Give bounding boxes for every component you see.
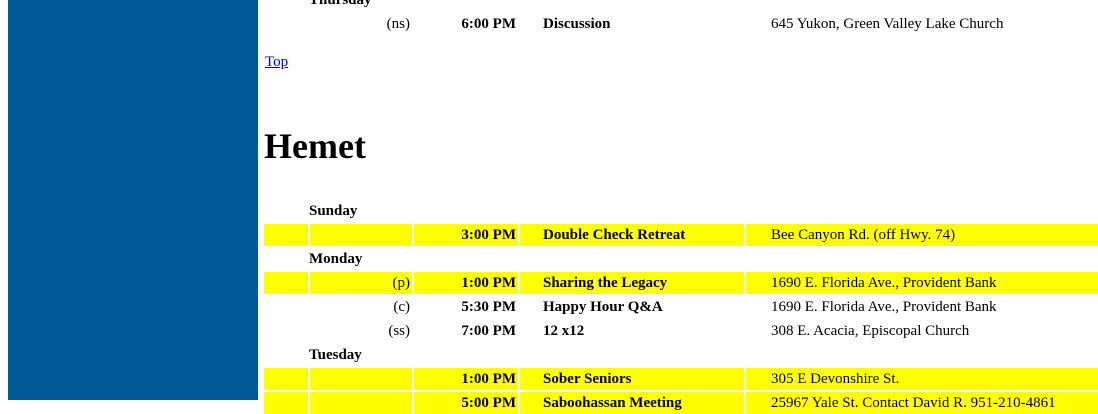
- meeting-type: [310, 224, 412, 246]
- meeting-name: Double Check Retreat: [520, 224, 744, 246]
- meeting-row: 3:00 PM Double Check Retreat Bee Canyon …: [264, 224, 1098, 246]
- meeting-name: 12 x12: [543, 323, 585, 339]
- meeting-type: (p): [310, 272, 412, 294]
- meeting-location: 1690 E. Florida Ave., Provident Bank: [771, 299, 997, 315]
- row-spacer: [264, 13, 308, 35]
- row-spacer: [264, 368, 308, 390]
- day-heading: Monday: [309, 251, 363, 267]
- row-spacer: [264, 296, 308, 318]
- meeting-time: 1:00 PM: [414, 368, 518, 390]
- row-spacer: [264, 224, 308, 246]
- meeting-time: 7:00 PM: [461, 323, 516, 339]
- meeting-row: (p) 1:00 PM Sharing the Legacy 1690 E. F…: [264, 272, 1098, 294]
- meeting-name: Saboohassan Meeting: [520, 392, 744, 414]
- meeting-name: Sober Seniors: [520, 368, 744, 390]
- meeting-time: 5:30 PM: [461, 299, 516, 315]
- meeting-type: (c): [393, 299, 410, 315]
- row-spacer: [264, 392, 308, 414]
- meeting-time: 5:00 PM: [414, 392, 518, 414]
- meeting-type: [310, 392, 412, 414]
- sidebar: [8, 0, 258, 400]
- meeting-name: Discussion: [543, 16, 611, 32]
- meeting-row: (c) 5:30 PM Happy Hour Q&A 1690 E. Flori…: [264, 296, 1098, 318]
- meeting-type: [310, 368, 412, 390]
- meeting-time: 6:00 PM: [461, 16, 516, 32]
- meeting-location: 645 Yukon, Green Valley Lake Church: [771, 16, 1004, 32]
- meeting-type: (ss): [388, 323, 410, 339]
- meeting-location: 308 E. Acacia, Episcopal Church: [771, 323, 970, 339]
- meeting-time: 1:00 PM: [414, 272, 518, 294]
- meeting-location: 1690 E. Florida Ave., Provident Bank: [746, 272, 1098, 294]
- meeting-row: (ss) 7:00 PM 12 x12 308 E. Acacia, Episc…: [264, 320, 1098, 342]
- content: Thursday (ns) 6:00 PM Discussion 645 Yuk…: [264, 0, 1098, 414]
- day-heading: Sunday: [309, 203, 358, 219]
- day-heading: Tuesday: [309, 347, 362, 363]
- meeting-type: (ns): [386, 16, 410, 32]
- meeting-row: 1:00 PM Sober Seniors 305 E Devonshire S…: [264, 368, 1098, 390]
- meeting-location: Bee Canyon Rd. (off Hwy. 74): [746, 224, 1098, 246]
- day-heading: Thursday: [309, 0, 372, 8]
- meeting-row: (ns) 6:00 PM Discussion 645 Yukon, Green…: [264, 13, 1098, 35]
- meeting-location: 305 E Devonshire St.: [746, 368, 1098, 390]
- city-heading: Hemet: [264, 126, 366, 166]
- meeting-name: Sharing the Legacy: [520, 272, 744, 294]
- top-link[interactable]: Top: [265, 54, 288, 71]
- row-spacer: [264, 272, 308, 294]
- meeting-location: 25967 Yale St. Contact David R. 951-210-…: [746, 392, 1098, 414]
- row-spacer: [264, 320, 308, 342]
- meeting-row: 5:00 PM Saboohassan Meeting 25967 Yale S…: [264, 392, 1098, 414]
- meeting-name: Happy Hour Q&A: [543, 299, 663, 315]
- meeting-time: 3:00 PM: [414, 224, 518, 246]
